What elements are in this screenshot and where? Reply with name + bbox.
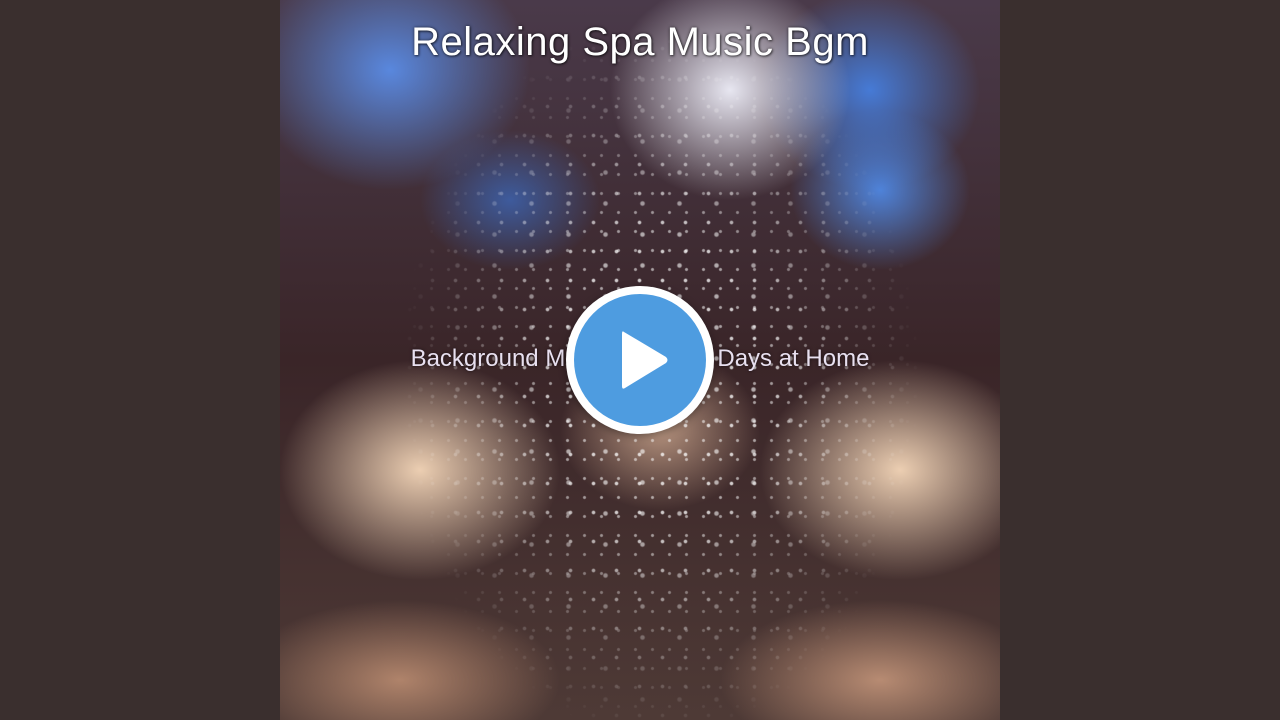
play-icon [622, 331, 668, 389]
artwork-title: Relaxing Spa Music Bgm [411, 20, 869, 64]
play-button[interactable] [566, 286, 714, 434]
video-player[interactable]: Relaxing Spa Music Bgm Background Music … [0, 0, 1280, 720]
